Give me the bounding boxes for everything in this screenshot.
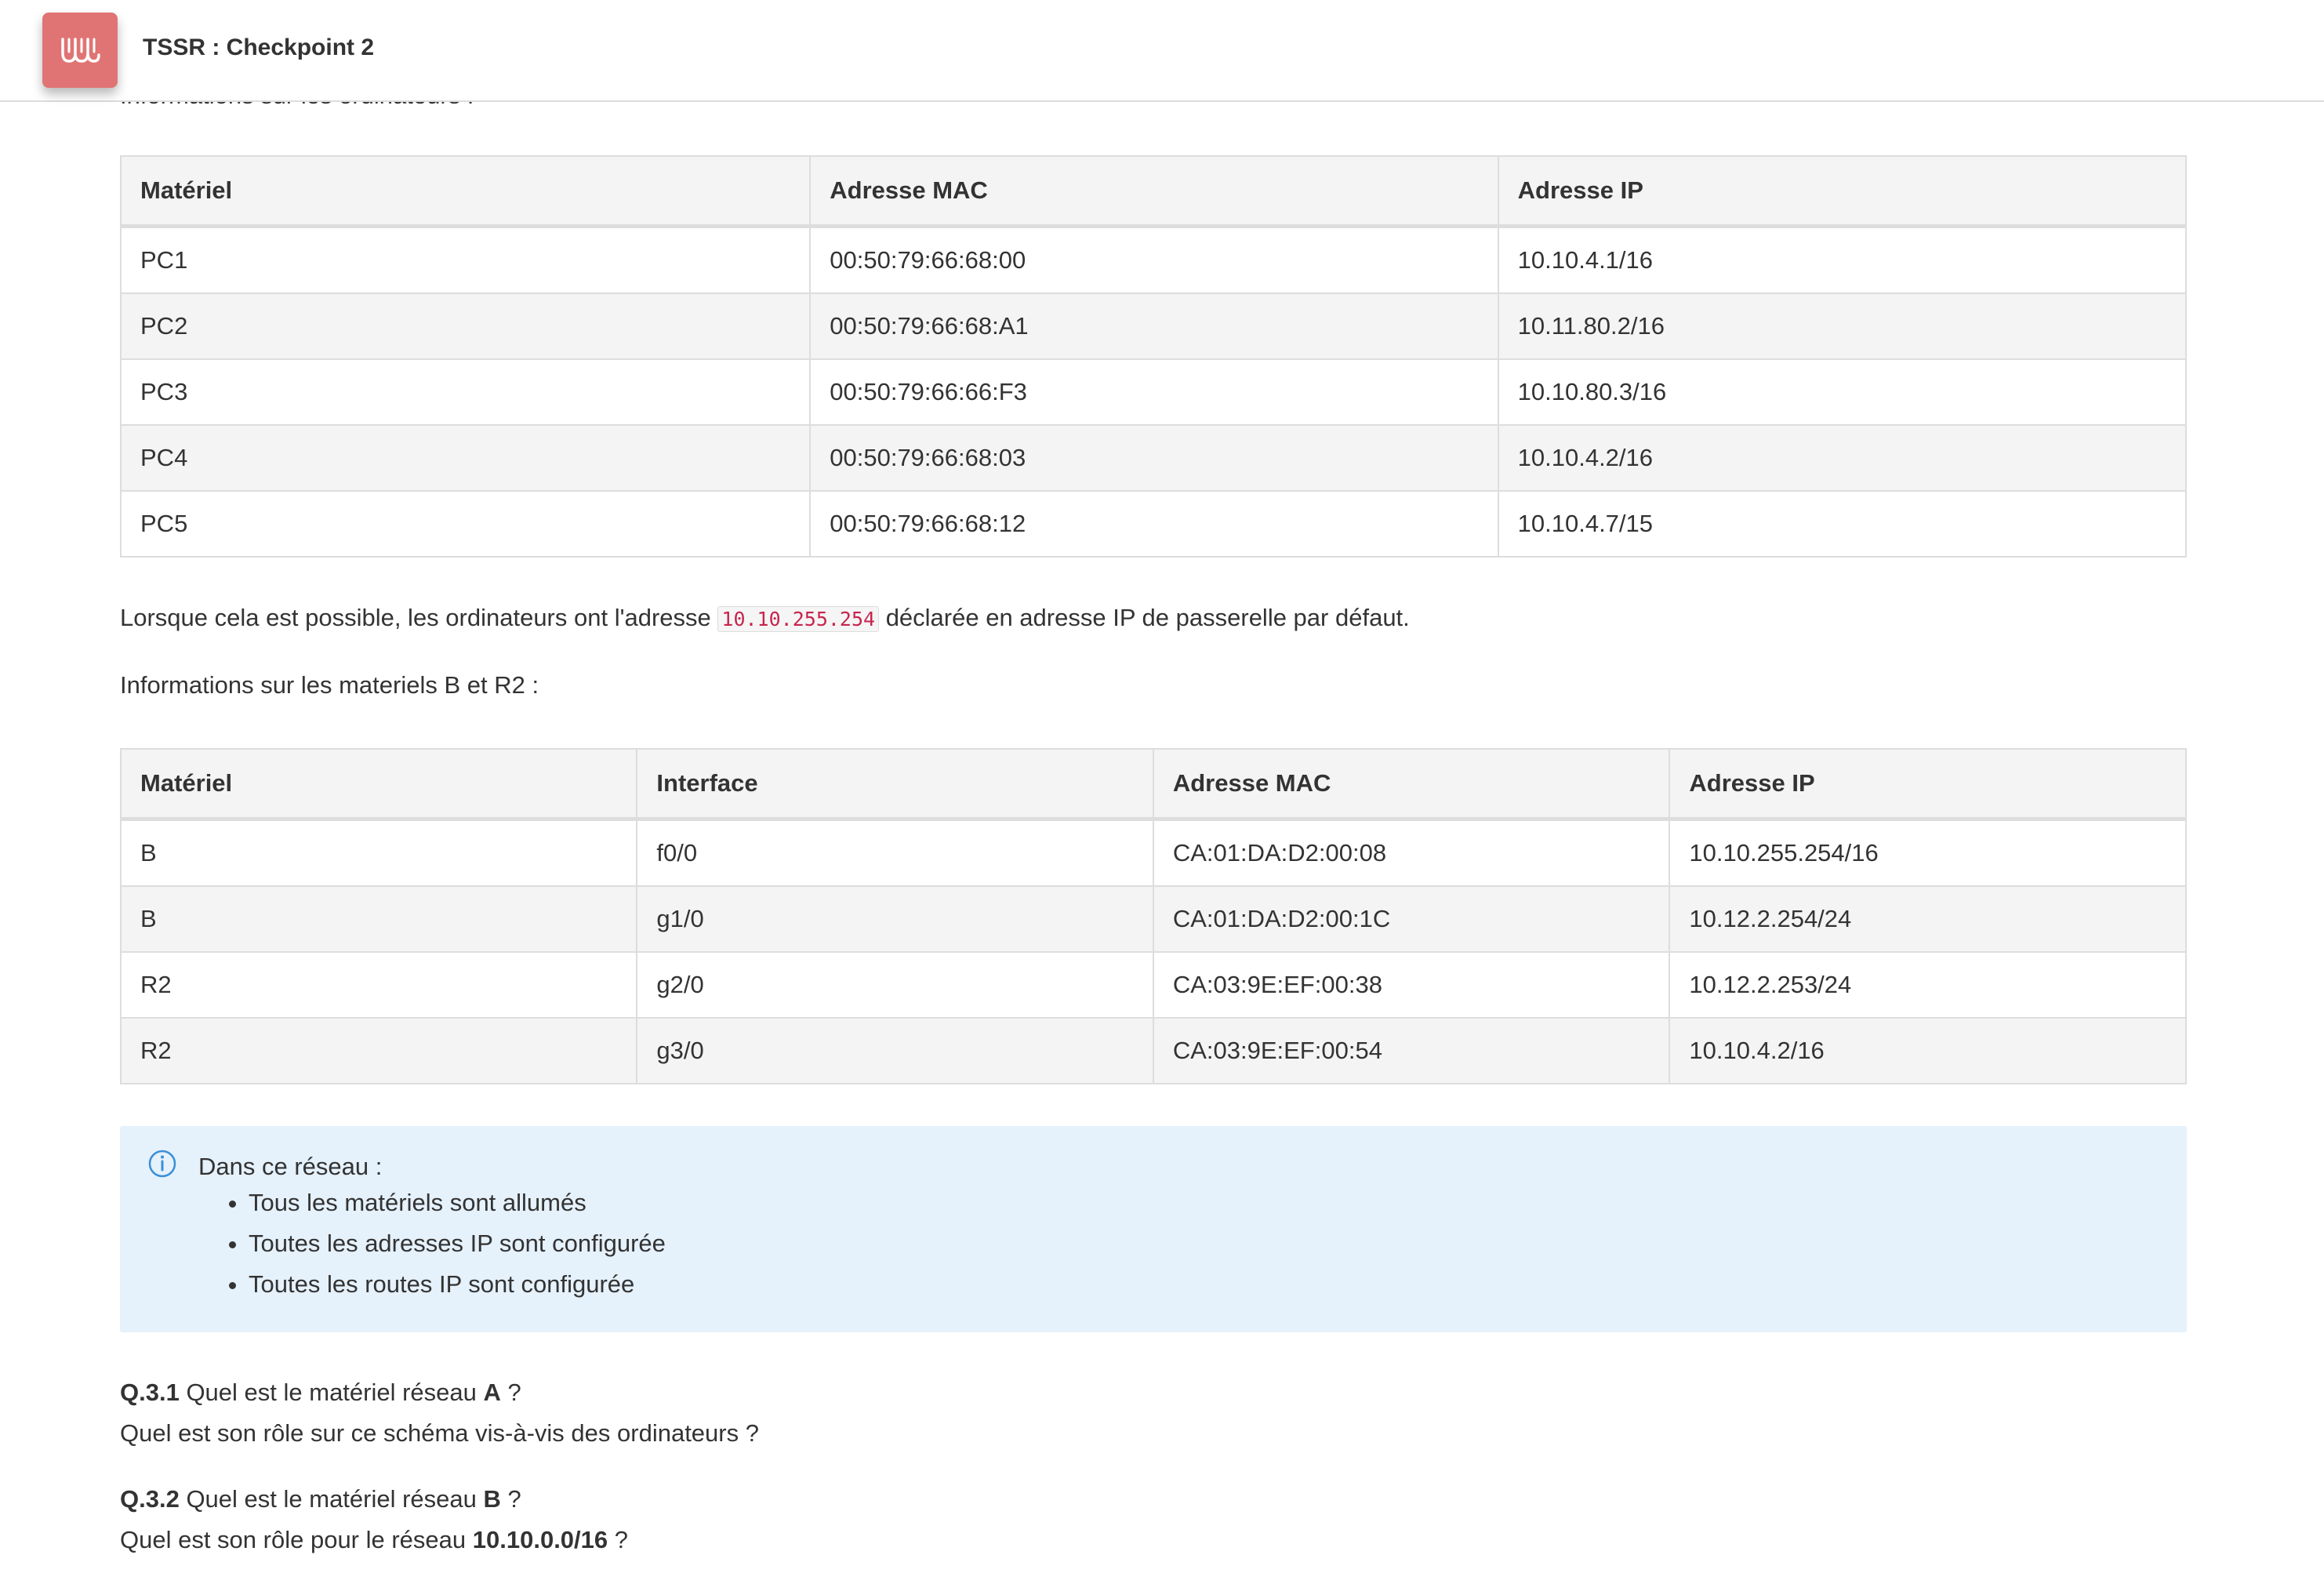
- table-cell: 10.12.2.253/24: [1669, 951, 2187, 1019]
- table-cell: 10.10.4.2/16: [1497, 424, 2188, 492]
- question-strong: A: [483, 1379, 501, 1406]
- question-text: Quel est le matériel réseau: [179, 1379, 484, 1406]
- devices-table: Matériel Interface Adresse MAC Adresse I…: [119, 748, 2187, 1084]
- table-row: R2 g3/0 CA:03:9E:EF:00:54 10.10.4.2/16: [119, 1017, 2187, 1084]
- table-cell: f0/0: [636, 818, 1154, 887]
- question-subline: Quel est son rôle pour le réseau 10.10.0…: [120, 1520, 628, 1560]
- question-label: Q.3.1: [120, 1379, 180, 1406]
- table-row: PC2 00:50:79:66:68:A1 10.11.80.2/16: [119, 292, 2188, 360]
- table-cell: 00:50:79:66:66:F3: [809, 358, 1499, 426]
- question-subtext: Quel est son rôle pour le réseau: [120, 1526, 473, 1553]
- table-cell: CA:03:9E:EF:00:38: [1152, 951, 1671, 1019]
- info-callout: Dans ce réseau : Tous les matériels sont…: [120, 1126, 2187, 1332]
- info-circle-icon: [148, 1150, 176, 1178]
- table-header-row: Matériel Adresse MAC Adresse IP: [119, 155, 2188, 228]
- question-subtext: Quel est son rôle sur ce schéma vis-à-vi…: [120, 1419, 759, 1447]
- table-cell: PC3: [119, 358, 812, 426]
- question-strong: B: [483, 1485, 501, 1513]
- table-cell: 00:50:79:66:68:A1: [809, 292, 1499, 360]
- table-header-row: Matériel Interface Adresse MAC Adresse I…: [119, 748, 2187, 821]
- question-label: Q.3.2: [120, 1485, 180, 1513]
- question-sub-strong: 10.10.0.0/16: [472, 1526, 608, 1553]
- table-cell: 00:50:79:66:68:12: [809, 490, 1499, 558]
- table-cell: 10.12.2.254/24: [1669, 885, 2187, 953]
- table-cell: 10.10.4.2/16: [1669, 1017, 2187, 1084]
- gateway-note-text-end: déclarée en adresse IP de passerelle par…: [879, 604, 1410, 631]
- table-cell: g2/0: [636, 951, 1154, 1019]
- table-cell: CA:03:9E:EF:00:54: [1152, 1017, 1671, 1084]
- table-row: PC3 00:50:79:66:66:F3 10.10.80.3/16: [119, 358, 2188, 426]
- table-cell: 10.10.255.254/16: [1669, 818, 2187, 887]
- table-cell: 10.10.4.1/16: [1497, 225, 2188, 294]
- app-title: TSSR : Checkpoint 2: [143, 35, 375, 60]
- table-cell: CA:01:DA:D2:00:08: [1152, 818, 1671, 887]
- question-line: Q.3.2 Quel est le matériel réseau B ?: [120, 1479, 628, 1520]
- question-subline: Quel est son rôle sur ce schéma vis-à-vi…: [120, 1413, 759, 1454]
- list-item: Toutes les routes IP sont configurée: [249, 1264, 666, 1305]
- table-row: PC1 00:50:79:66:68:00 10.10.4.1/16: [119, 225, 2188, 294]
- table-cell: g1/0: [636, 885, 1154, 953]
- table-row: PC5 00:50:79:66:68:12 10.10.4.7/15: [119, 490, 2188, 558]
- table-cell: 00:50:79:66:68:00: [809, 225, 1499, 294]
- table-cell: CA:01:DA:D2:00:1C: [1152, 885, 1671, 953]
- column-header: Adresse MAC: [1152, 748, 1671, 821]
- table-cell: PC2: [119, 292, 812, 360]
- info-callout-list: Tous les matériels sont allumés Toutes l…: [198, 1182, 666, 1305]
- gateway-code: 10.10.255.254: [717, 606, 880, 632]
- table-cell: PC1: [119, 225, 812, 294]
- table-cell: B: [119, 818, 638, 887]
- table-cell: 10.10.4.7/15: [1497, 490, 2188, 558]
- table-cell: R2: [119, 1017, 638, 1084]
- table-row: Bg1/0 CA:01:DA:D2:00:1C 10.12.2.254/24: [119, 885, 2187, 953]
- table-cell: 10.10.80.3/16: [1497, 358, 2188, 426]
- list-item: Tous les matériels sont allumés: [249, 1182, 666, 1223]
- table-cell: 10.11.80.2/16: [1497, 292, 2188, 360]
- question-q31: Q.3.1 Quel est le matériel réseau A ? Qu…: [120, 1372, 759, 1454]
- question-text-end: ?: [500, 1485, 521, 1513]
- question-text-end: ?: [500, 1379, 521, 1406]
- table-row: Bf0/0 CA:01:DA:D2:00:08 10.10.255.254/16: [119, 818, 2187, 887]
- devices-heading: Informations sur les materiels B et R2 :: [120, 671, 539, 699]
- question-q32: Q.3.2 Quel est le matériel réseau B ? Qu…: [120, 1479, 628, 1560]
- table-cell: g3/0: [636, 1017, 1154, 1084]
- table-cell: PC4: [119, 424, 812, 492]
- gateway-note: Lorsque cela est possible, les ordinateu…: [120, 604, 1410, 632]
- table-cell: PC5: [119, 490, 812, 558]
- column-header: Matériel: [119, 748, 638, 821]
- top-bar: TSSR : Checkpoint 2: [0, 0, 2324, 102]
- question-line: Q.3.1 Quel est le matériel réseau A ?: [120, 1372, 759, 1413]
- list-item: Toutes les adresses IP sont configurée: [249, 1223, 666, 1264]
- table-cell: 00:50:79:66:68:03: [809, 424, 1499, 492]
- question-subtext-end: ?: [608, 1526, 629, 1553]
- column-header: Adresse MAC: [809, 155, 1499, 228]
- table-cell: R2: [119, 951, 638, 1019]
- gateway-note-text: Lorsque cela est possible, les ordinateu…: [120, 604, 718, 631]
- column-header: Adresse IP: [1497, 155, 2188, 228]
- table-cell: B: [119, 885, 638, 953]
- table-row: R2 g2/0 CA:03:9E:EF:00:38 10.12.2.253/24: [119, 951, 2187, 1019]
- wave-logo-icon: [61, 38, 100, 63]
- question-text: Quel est le matériel réseau: [179, 1485, 484, 1513]
- app-logo-icon[interactable]: [42, 13, 118, 88]
- computers-table: Matériel Adresse MAC Adresse IP PC1 00:50…: [119, 155, 2188, 558]
- column-header: Interface: [636, 748, 1154, 821]
- info-callout-title: Dans ce réseau :: [198, 1153, 383, 1180]
- table-row: PC4 00:50:79:66:68:03 10.10.4.2/16: [119, 424, 2188, 492]
- column-header: Adresse IP: [1669, 748, 2187, 821]
- column-header: Matériel: [119, 155, 812, 228]
